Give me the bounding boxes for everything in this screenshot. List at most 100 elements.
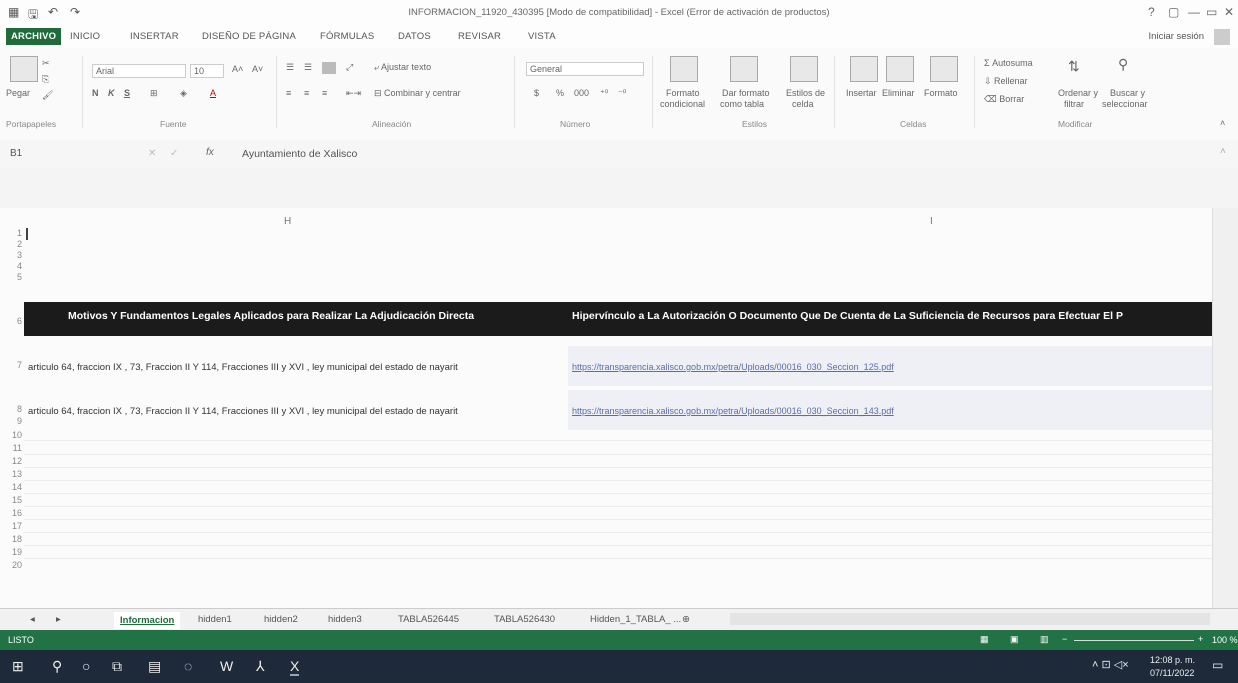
- row-header-8[interactable]: 8: [0, 404, 22, 414]
- format-painter-icon[interactable]: 🖌: [42, 90, 53, 101]
- zoom-level[interactable]: 100 %: [1212, 635, 1238, 645]
- number-format-select[interactable]: General: [526, 62, 644, 76]
- cut-icon[interactable]: ✂: [42, 58, 50, 69]
- close-button[interactable]: ✕: [1224, 5, 1234, 19]
- cell-styles-label-2[interactable]: celda: [792, 99, 814, 109]
- table-format-icon[interactable]: [730, 56, 758, 82]
- grow-font-icon[interactable]: A˄: [232, 64, 243, 74]
- align-center-icon[interactable]: ≡: [304, 88, 309, 98]
- align-left-icon[interactable]: ≡: [286, 88, 291, 98]
- row-header-14[interactable]: 14: [0, 482, 22, 492]
- sheet-tab-hidden1[interactable]: hidden1: [198, 614, 232, 625]
- table-format-label-2[interactable]: como tabla: [720, 99, 764, 109]
- conditional-format-label-2[interactable]: condicional: [660, 99, 705, 109]
- cell-h7[interactable]: articulo 64, fraccion IX , 73, Fraccion …: [28, 362, 458, 373]
- word-icon[interactable]: W: [220, 658, 233, 674]
- vertical-scrollbar[interactable]: [1212, 208, 1238, 608]
- enter-icon[interactable]: ✓: [170, 148, 178, 159]
- search-icon[interactable]: ⚲: [52, 658, 62, 675]
- page-break-icon[interactable]: ▥: [1040, 634, 1049, 645]
- cancel-icon[interactable]: ✕: [148, 148, 156, 159]
- excel-taskbar-icon[interactable]: X: [290, 658, 300, 676]
- row-header-18[interactable]: 18: [0, 534, 22, 544]
- tab-page-layout[interactable]: DISEÑO DE PÁGINA: [202, 31, 296, 42]
- find-select-label-2[interactable]: seleccionar: [1102, 99, 1148, 109]
- conditional-format-label-1[interactable]: Formato: [666, 88, 700, 98]
- cortana-icon[interactable]: ○: [82, 658, 90, 674]
- fill-color-icon[interactable]: ◈: [180, 88, 187, 99]
- align-bottom-icon[interactable]: [322, 62, 336, 74]
- column-header-h[interactable]: H: [284, 216, 291, 227]
- sort-filter-label-1[interactable]: Ordenar y: [1058, 88, 1098, 98]
- row-header-9[interactable]: 9: [0, 416, 22, 426]
- thousands-button[interactable]: 000: [574, 88, 589, 98]
- system-tray-icons[interactable]: ˄ ⊡ ◁×: [1092, 658, 1129, 671]
- sort-filter-label-2[interactable]: filtrar: [1064, 99, 1084, 109]
- tab-file[interactable]: ARCHIVO: [6, 28, 62, 45]
- zoom-out-icon[interactable]: −: [1062, 634, 1067, 644]
- row-header-15[interactable]: 15: [0, 495, 22, 505]
- file-explorer-icon[interactable]: ▤: [148, 658, 161, 675]
- minimize-button[interactable]: —: [1188, 5, 1200, 19]
- insert-cells-icon[interactable]: [850, 56, 878, 82]
- formula-input[interactable]: Ayuntamiento de Xalisco: [242, 148, 357, 160]
- sheet-tab-tabla526430[interactable]: TABLA526430: [494, 614, 555, 625]
- expand-formula-icon[interactable]: ˄: [1220, 146, 1226, 157]
- conditional-format-icon[interactable]: [670, 56, 698, 82]
- decimal-decrease-icon[interactable]: ⁻⁰: [618, 88, 626, 99]
- font-size-select[interactable]: 10: [190, 64, 224, 78]
- row-header-3[interactable]: 3: [0, 250, 22, 260]
- cell-h8[interactable]: articulo 64, fraccion IX , 73, Fraccion …: [28, 406, 458, 417]
- page-layout-icon[interactable]: ▣: [1010, 634, 1019, 645]
- acrobat-icon[interactable]: ⅄: [256, 658, 265, 675]
- tab-formulas[interactable]: FÓRMULAS: [320, 31, 374, 42]
- maximize-button[interactable]: ▭: [1206, 5, 1217, 19]
- font-color-icon[interactable]: A: [210, 88, 216, 98]
- find-select-label-1[interactable]: Buscar y: [1110, 88, 1145, 98]
- underline-button[interactable]: S: [124, 88, 130, 98]
- decimal-increase-icon[interactable]: ⁺⁰: [600, 88, 608, 99]
- task-view-icon[interactable]: ⧉: [112, 658, 122, 675]
- row-header-19[interactable]: 19: [0, 547, 22, 557]
- fill-button[interactable]: ⇩ Rellenar: [984, 76, 1028, 87]
- sort-filter-icon[interactable]: ⇅: [1068, 58, 1080, 75]
- row-header-12[interactable]: 12: [0, 456, 22, 466]
- delete-cells-icon[interactable]: [886, 56, 914, 82]
- tab-insert[interactable]: INSERTAR: [130, 31, 179, 42]
- insert-function-button[interactable]: fx: [206, 147, 214, 158]
- column-header-i[interactable]: I: [930, 216, 933, 227]
- tab-data[interactable]: DATOS: [398, 31, 431, 42]
- collapse-ribbon-icon[interactable]: ˄: [1220, 118, 1225, 128]
- row-header-2[interactable]: 2: [0, 239, 22, 249]
- binoculars-icon[interactable]: ⚲: [1118, 56, 1128, 73]
- row-header-5[interactable]: 5: [0, 272, 22, 282]
- next-sheet-icon[interactable]: ▸: [56, 614, 61, 625]
- sheet-tab-hidden2[interactable]: hidden2: [264, 614, 298, 625]
- sign-in-link[interactable]: Iniciar sesión: [1149, 31, 1204, 42]
- merge-center-button[interactable]: ⊟ Combinar y centrar: [374, 88, 461, 99]
- help-button[interactable]: ?: [1148, 5, 1155, 19]
- paste-icon[interactable]: [10, 56, 38, 82]
- row-header-6[interactable]: 6: [0, 316, 22, 326]
- ribbon-display-button[interactable]: ▢: [1168, 5, 1179, 19]
- horizontal-scrollbar[interactable]: [730, 613, 1210, 625]
- insert-cells-button[interactable]: Insertar: [846, 88, 877, 98]
- clear-button[interactable]: ⌫ Borrar: [984, 94, 1024, 105]
- row-header-10[interactable]: 10: [0, 430, 22, 440]
- sheet-tab-hidden3[interactable]: hidden3: [328, 614, 362, 625]
- table-format-label-1[interactable]: Dar formato: [722, 88, 770, 98]
- wrap-text-button[interactable]: ⤶ Ajustar texto: [374, 62, 431, 73]
- orientation-icon[interactable]: ⤢: [346, 62, 353, 73]
- align-middle-icon[interactable]: ☰: [304, 62, 312, 73]
- row-header-13[interactable]: 13: [0, 469, 22, 479]
- cell-i7-link[interactable]: https://transparencia.xalisco.gob.mx/pet…: [572, 362, 894, 372]
- browser-icon[interactable]: ◌: [184, 658, 192, 674]
- tab-review[interactable]: REVISAR: [458, 31, 501, 42]
- cell-styles-label-1[interactable]: Estilos de: [786, 88, 825, 98]
- row-header-4[interactable]: 4: [0, 261, 22, 271]
- align-right-icon[interactable]: ≡: [322, 88, 327, 98]
- tab-home[interactable]: INICIO: [70, 31, 100, 42]
- name-box[interactable]: B1: [10, 148, 80, 159]
- currency-button[interactable]: $: [534, 88, 539, 98]
- format-cells-icon[interactable]: [930, 56, 958, 82]
